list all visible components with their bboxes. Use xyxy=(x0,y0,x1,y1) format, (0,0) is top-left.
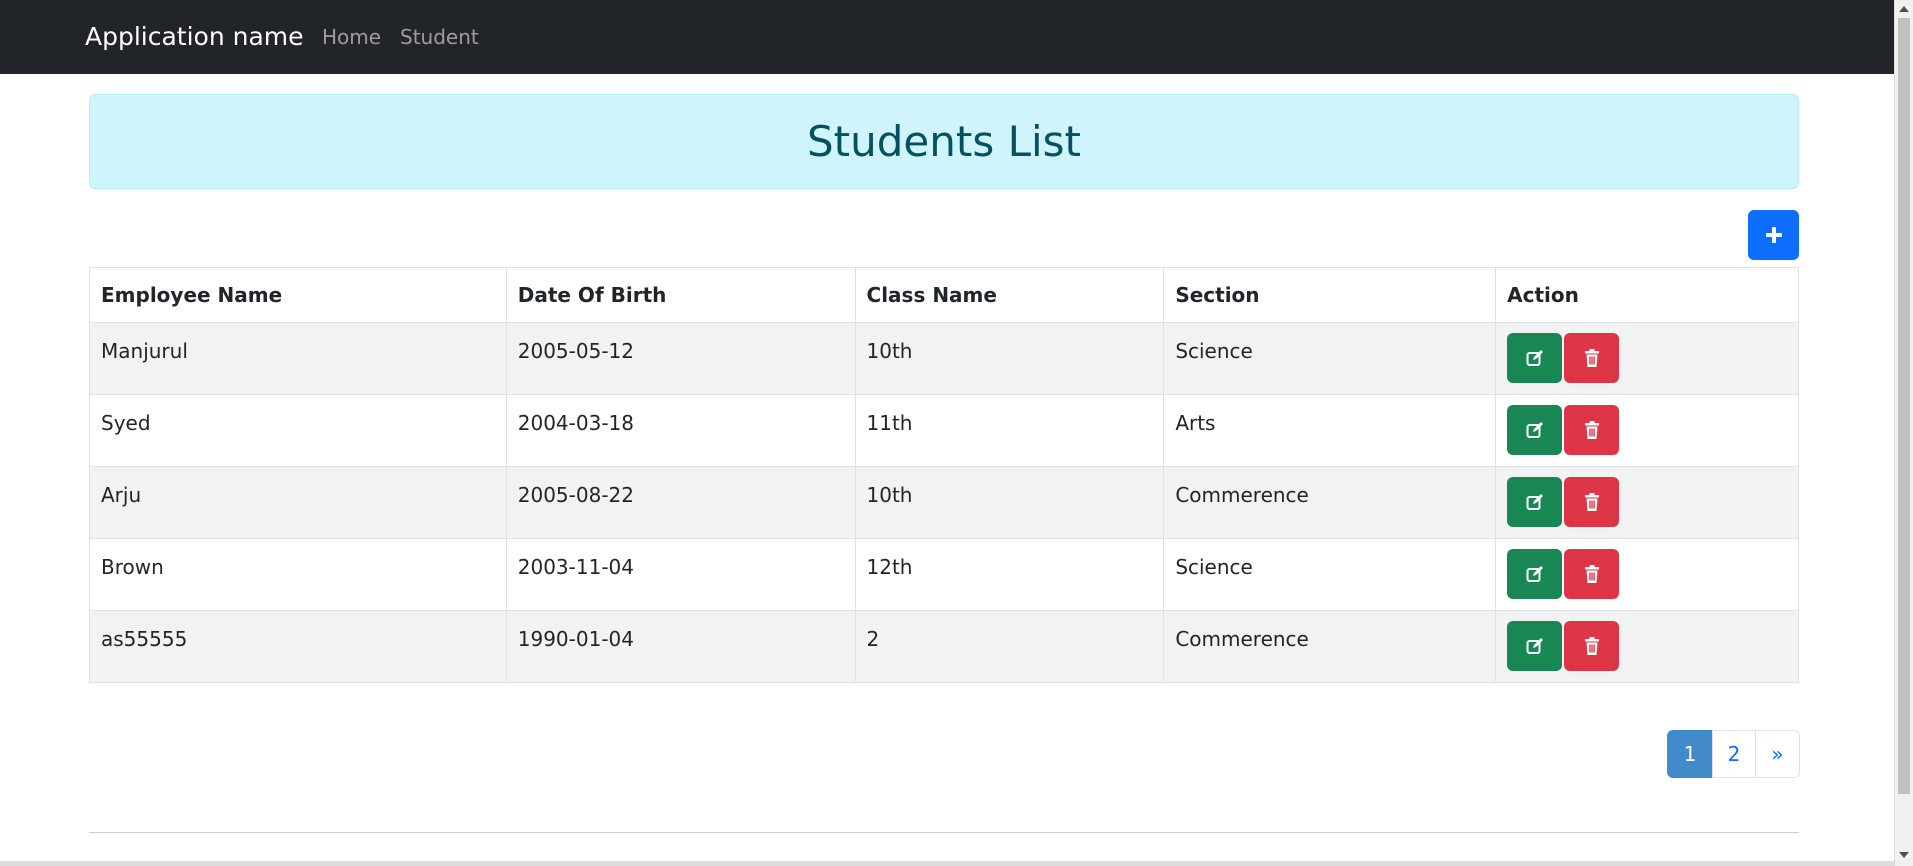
edit-button[interactable] xyxy=(1507,477,1563,527)
table-body: Manjurul 2005-05-12 10th Science Syed 2004-03… xyxy=(89,322,1799,683)
table-header-row: Employee Name Date Of Birth Class Name S… xyxy=(89,267,1799,323)
page-link-next[interactable]: » xyxy=(1755,730,1800,778)
scrollbar-thumb[interactable] xyxy=(1898,18,1910,794)
header-date-of-birth: Date Of Birth xyxy=(505,267,856,323)
cell-class-name: 10th xyxy=(854,466,1165,539)
edit-button[interactable] xyxy=(1507,621,1563,671)
cell-section: Science xyxy=(1163,322,1497,395)
table-row: as55555 1990-01-04 2 Commerence xyxy=(89,610,1799,683)
page-link-1[interactable]: 1 xyxy=(1667,730,1713,778)
cell-section: Science xyxy=(1163,538,1497,611)
cell-action xyxy=(1495,538,1799,611)
cell-date-of-birth: 2005-05-12 xyxy=(505,322,856,395)
cell-date-of-birth: 1990-01-04 xyxy=(505,610,856,683)
nav-link-home[interactable]: Home xyxy=(322,25,381,49)
pagination: 1 2 » xyxy=(1667,730,1800,778)
cell-employee-name: Arju xyxy=(89,466,507,539)
delete-button[interactable] xyxy=(1564,621,1620,671)
cell-section: Commerence xyxy=(1163,610,1497,683)
trash-icon xyxy=(1584,421,1599,439)
header-class-name: Class Name xyxy=(854,267,1165,323)
trash-icon xyxy=(1584,637,1599,655)
cell-date-of-birth: 2005-08-22 xyxy=(505,466,856,539)
students-table: Employee Name Date Of Birth Class Name S… xyxy=(89,267,1799,683)
horizontal-scrollbar-track xyxy=(0,861,1894,866)
delete-button[interactable] xyxy=(1564,405,1620,455)
navbar: Application name Home Student xyxy=(0,0,1894,74)
table-row: Brown 2003-11-04 12th Science xyxy=(89,538,1799,611)
footer-divider xyxy=(89,832,1799,833)
vertical-scrollbar[interactable] xyxy=(1894,0,1913,866)
edit-button[interactable] xyxy=(1507,333,1563,383)
edit-icon xyxy=(1526,494,1543,510)
header-employee-name: Employee Name xyxy=(89,267,507,323)
cell-date-of-birth: 2003-11-04 xyxy=(505,538,856,611)
cell-action xyxy=(1495,466,1799,539)
cell-action xyxy=(1495,394,1799,467)
cell-class-name: 10th xyxy=(854,322,1165,395)
cell-class-name: 11th xyxy=(854,394,1165,467)
cell-section: Arts xyxy=(1163,394,1497,467)
cell-employee-name: Syed xyxy=(89,394,507,467)
nav-link-student[interactable]: Student xyxy=(400,25,479,49)
edit-icon xyxy=(1526,566,1543,582)
edit-icon xyxy=(1526,422,1543,438)
plus-icon xyxy=(1765,227,1782,243)
delete-button[interactable] xyxy=(1564,477,1620,527)
header-section: Section xyxy=(1163,267,1497,323)
table-row: Syed 2004-03-18 11th Arts xyxy=(89,394,1799,467)
cell-employee-name: as55555 xyxy=(89,610,507,683)
app-brand[interactable]: Application name xyxy=(85,22,304,52)
edit-button[interactable] xyxy=(1507,405,1563,455)
page-title-banner: Students List xyxy=(89,94,1799,189)
trash-icon xyxy=(1584,493,1599,511)
page-title: Students List xyxy=(807,116,1081,166)
header-action: Action xyxy=(1495,267,1799,323)
table-row: Manjurul 2005-05-12 10th Science xyxy=(89,322,1799,395)
cell-action xyxy=(1495,610,1799,683)
delete-button[interactable] xyxy=(1564,333,1620,383)
table-row: Arju 2005-08-22 10th Commerence xyxy=(89,466,1799,539)
edit-button[interactable] xyxy=(1507,549,1563,599)
scroll-down-arrow-icon[interactable] xyxy=(1899,852,1909,858)
add-student-button[interactable] xyxy=(1748,210,1799,260)
cell-section: Commerence xyxy=(1163,466,1497,539)
cell-employee-name: Brown xyxy=(89,538,507,611)
delete-button[interactable] xyxy=(1564,549,1620,599)
trash-icon xyxy=(1584,565,1599,583)
cell-date-of-birth: 2004-03-18 xyxy=(505,394,856,467)
page-link-2[interactable]: 2 xyxy=(1712,730,1756,778)
edit-icon xyxy=(1526,638,1543,654)
trash-icon xyxy=(1584,349,1599,367)
cell-class-name: 12th xyxy=(854,538,1165,611)
cell-action xyxy=(1495,322,1799,395)
cell-employee-name: Manjurul xyxy=(89,322,507,395)
cell-class-name: 2 xyxy=(854,610,1165,683)
edit-icon xyxy=(1526,350,1543,366)
scroll-up-arrow-icon[interactable] xyxy=(1899,6,1909,12)
